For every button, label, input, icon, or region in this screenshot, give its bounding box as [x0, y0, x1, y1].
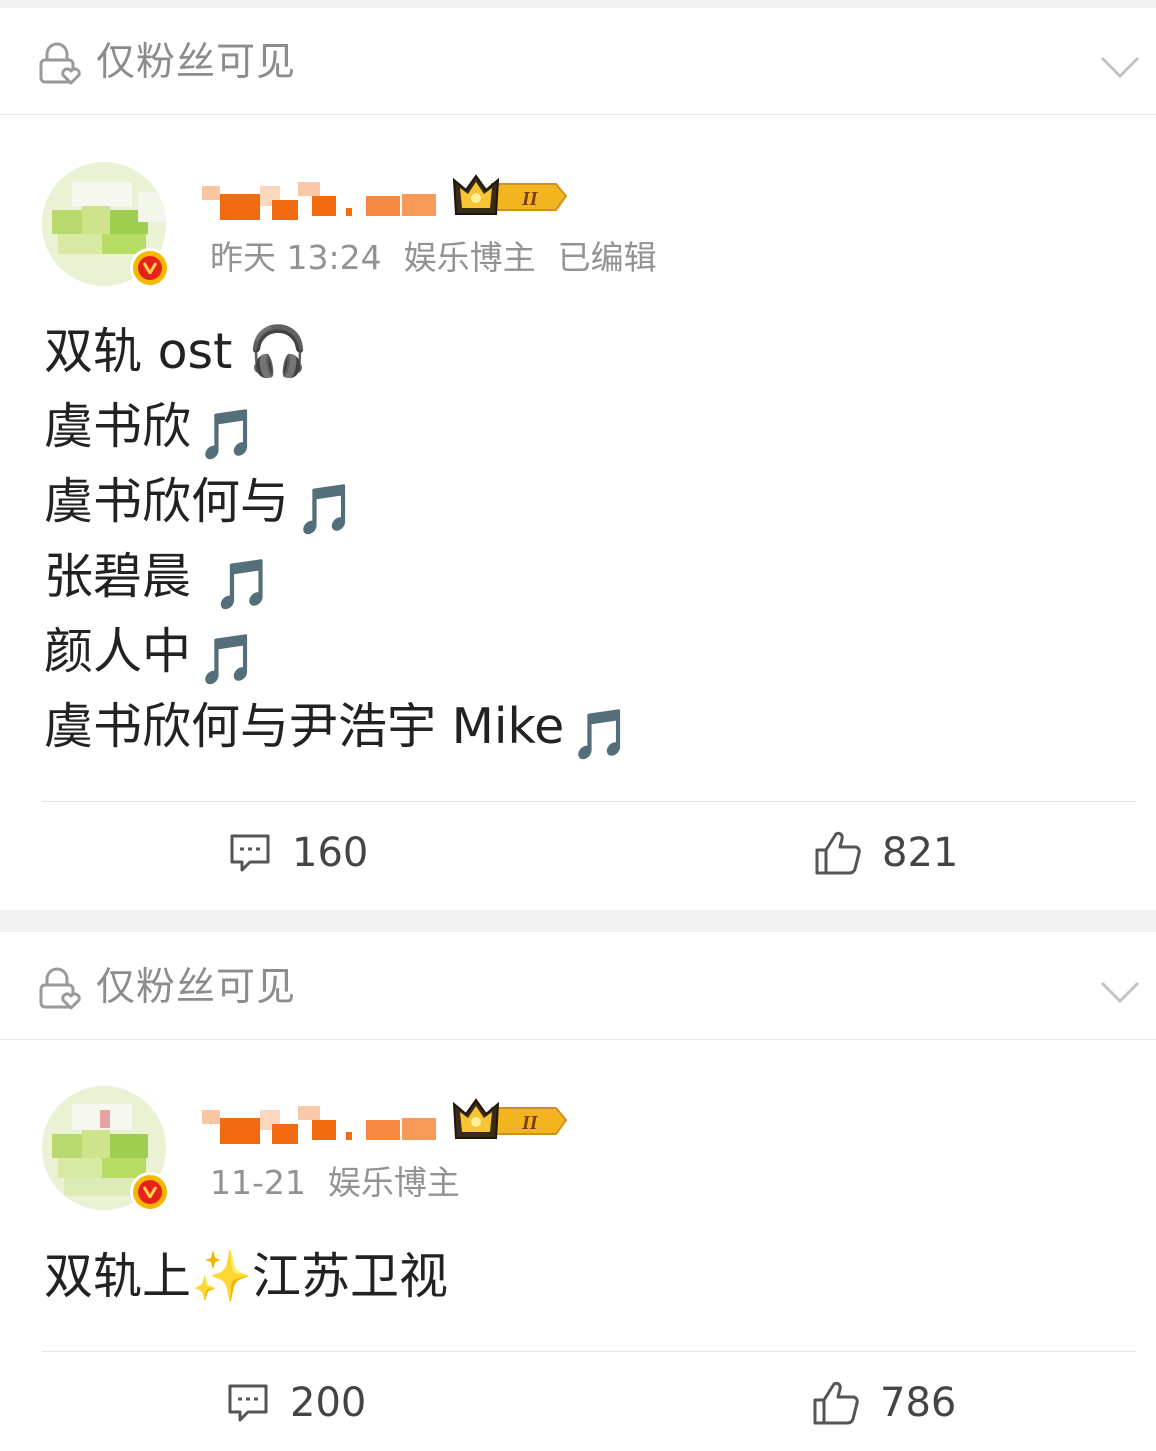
feed-gap	[0, 0, 1156, 8]
visibility-bar: 仅粉丝可见	[0, 8, 1156, 115]
feed-gap	[0, 910, 1156, 932]
author-name-redacted[interactable]	[202, 1102, 442, 1146]
weibo-feed: 仅粉丝可见 II 昨天 13:24 娱乐博主 已编辑 双轨 ost 🎧 虞书欣 …	[0, 0, 1156, 1451]
comment-icon	[230, 834, 270, 872]
comment-button[interactable]: 200	[226, 1378, 386, 1428]
content-line: 虞书欣何与 🎵	[44, 473, 357, 538]
comment-icon	[228, 1384, 268, 1422]
thumbs-up-icon	[815, 831, 861, 875]
member-level: II	[521, 188, 539, 210]
comment-count: 200	[290, 1380, 367, 1426]
post-meta: 昨天 13:24 娱乐博主 已编辑	[210, 238, 679, 278]
divider	[42, 1351, 1136, 1352]
verified-v-icon	[130, 1172, 170, 1212]
content-line: 双轨上✨江苏卫视	[44, 1248, 449, 1305]
verified-v-icon	[130, 248, 170, 288]
music-note-icon: 🎵	[197, 631, 259, 688]
like-button[interactable]: 821	[814, 828, 974, 878]
like-button[interactable]: 786	[812, 1378, 972, 1428]
chevron-down-icon[interactable]	[1100, 54, 1140, 80]
like-count: 786	[880, 1380, 957, 1426]
music-note-icon: 🎵	[295, 481, 357, 538]
post-time: 11-21	[210, 1163, 306, 1202]
post-meta: 11-21 娱乐博主	[210, 1163, 482, 1203]
author-name-redacted[interactable]	[202, 178, 442, 222]
content-line: 双轨 ost 🎧	[44, 323, 309, 380]
divider	[42, 801, 1136, 802]
edited-tag: 已编辑	[557, 238, 657, 277]
thumbs-up-icon	[813, 1381, 859, 1425]
visibility-label: 仅粉丝可见	[96, 965, 297, 1010]
music-note-icon: 🎵	[570, 706, 632, 763]
author-role: 娱乐博主	[327, 1163, 460, 1202]
comment-button[interactable]: 160	[228, 828, 388, 878]
content-line: 虞书欣 🎵	[44, 398, 259, 463]
post-time: 昨天 13:24	[210, 238, 382, 277]
lock-heart-icon	[39, 967, 81, 1010]
visibility-label: 仅粉丝可见	[96, 40, 297, 85]
lock-heart-icon	[39, 42, 81, 85]
like-count: 821	[882, 830, 959, 876]
member-level: II	[521, 1112, 539, 1134]
content-line: 颜人中 🎵	[44, 623, 259, 688]
crown-level-II-badge[interactable]: II	[452, 1098, 568, 1142]
crown-level-II-badge[interactable]: II	[452, 174, 568, 218]
comment-count: 160	[292, 830, 369, 876]
author-role: 娱乐博主	[403, 238, 536, 277]
visibility-bar: 仅粉丝可见	[0, 933, 1156, 1040]
music-note-icon: 🎵	[197, 406, 259, 463]
content-line: 张碧晨 🎵	[44, 548, 274, 613]
content-line: 虞书欣何与尹浩宇 Mike 🎵	[44, 698, 632, 763]
chevron-down-icon[interactable]	[1100, 979, 1140, 1005]
music-note-icon: 🎵	[212, 556, 274, 613]
